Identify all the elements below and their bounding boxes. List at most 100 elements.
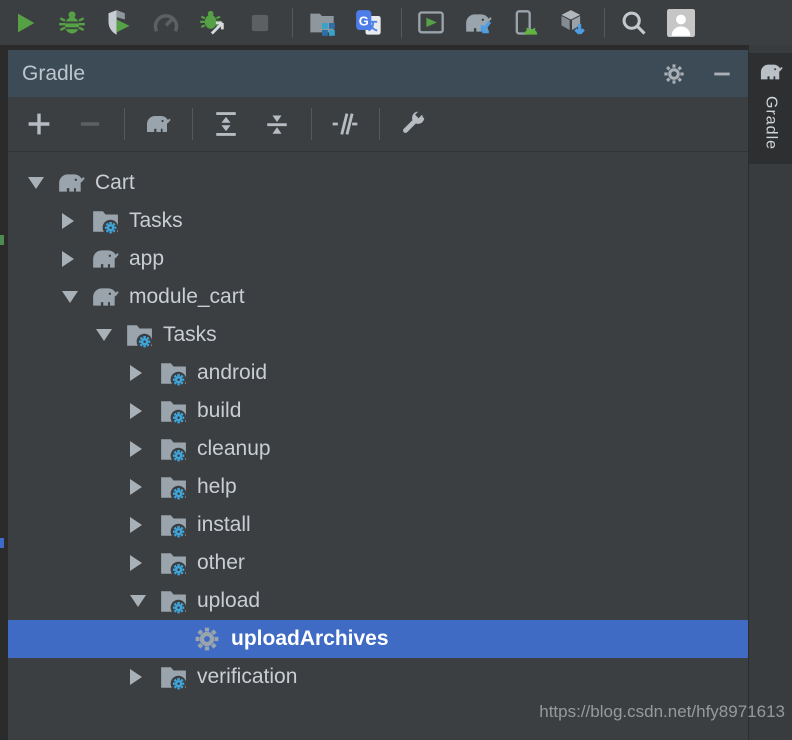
tree-item-label: android	[197, 361, 267, 385]
remove-icon	[73, 107, 107, 141]
expand-arrow-icon[interactable]	[130, 555, 158, 571]
collapse-arrow-icon[interactable]	[130, 595, 158, 607]
profiler-icon	[151, 8, 181, 38]
folder-gear-icon	[158, 587, 188, 615]
expand-arrow-icon[interactable]	[130, 669, 158, 685]
toolbar-separator	[604, 8, 605, 38]
gradle-refresh-icon[interactable]	[141, 107, 175, 141]
tool-window-title: Gradle	[22, 62, 85, 86]
toolbar-separator	[192, 108, 193, 140]
tree-item-tasks[interactable]: Tasks	[8, 202, 748, 240]
tool-window-toolbar	[8, 97, 748, 152]
avd-manager-icon[interactable]	[510, 8, 540, 38]
run-icon[interactable]	[10, 8, 40, 38]
tree-item-verification[interactable]: verification	[8, 658, 748, 696]
tree-item-label: Cart	[95, 171, 135, 195]
expand-arrow-icon[interactable]	[130, 365, 158, 381]
expand-arrow-icon[interactable]	[130, 403, 158, 419]
tree-item-cleanup[interactable]: cleanup	[8, 430, 748, 468]
gradle-settings-wrench-icon[interactable]	[396, 107, 430, 141]
folder-gear-icon	[90, 207, 120, 235]
gradle-task-tree: Cart Tasks app module_cart Tasks android build…	[8, 152, 748, 740]
tree-item-install[interactable]: install	[8, 506, 748, 544]
green-stripe-mark	[0, 235, 4, 245]
expand-arrow-icon[interactable]	[130, 441, 158, 457]
right-tab-strip: Gradle	[748, 45, 792, 740]
stop-icon	[245, 8, 275, 38]
gradle-elephant-icon	[759, 61, 783, 88]
folder-gear-icon	[158, 663, 188, 691]
tree-item-label: install	[197, 513, 251, 537]
tree-item-label: help	[197, 475, 237, 499]
tab-gradle-label: Gradle	[762, 96, 780, 150]
tree-item-uploadarchives[interactable]: uploadArchives	[8, 620, 748, 658]
folder-gear-icon	[158, 359, 188, 387]
tree-item-label: Tasks	[163, 323, 217, 347]
expand-arrow-icon[interactable]	[130, 517, 158, 533]
tree-item-upload[interactable]: upload	[8, 582, 748, 620]
tree-item-help[interactable]: help	[8, 468, 748, 506]
toggle-offline-icon[interactable]	[328, 107, 362, 141]
tree-item-app[interactable]: app	[8, 240, 748, 278]
expand-arrow-icon[interactable]	[62, 213, 90, 229]
tree-item-label: cleanup	[197, 437, 271, 461]
elephant-icon	[90, 245, 120, 273]
tool-window-header: Gradle	[8, 50, 748, 97]
collapse-all-icon[interactable]	[260, 107, 294, 141]
svg-text:G: G	[359, 13, 369, 28]
blue-stripe-mark	[0, 538, 4, 548]
tree-item-label: Tasks	[129, 209, 183, 233]
folder-gear-icon	[158, 473, 188, 501]
debug-icon[interactable]	[57, 8, 87, 38]
attach-debugger-icon[interactable]	[198, 8, 228, 38]
tree-item-other[interactable]: other	[8, 544, 748, 582]
folder-gear-icon	[124, 321, 154, 349]
folder-gear-icon	[158, 511, 188, 539]
tree-item-label: upload	[197, 589, 260, 613]
tree-item-cart[interactable]: Cart	[8, 164, 748, 202]
tree-item-label: verification	[197, 665, 297, 689]
expand-arrow-icon[interactable]	[130, 479, 158, 495]
run-with-coverage-icon[interactable]	[104, 8, 134, 38]
tree-item-label: uploadArchives	[231, 627, 389, 651]
elephant-icon	[56, 169, 86, 197]
collapse-arrow-icon[interactable]	[62, 291, 90, 303]
toolbar-separator	[292, 8, 293, 38]
tree-item-module_cart[interactable]: module_cart	[8, 278, 748, 316]
expand-all-icon[interactable]	[209, 107, 243, 141]
toolbar-separator	[124, 108, 125, 140]
editor-edge-strip	[0, 45, 8, 740]
toolbar-separator	[379, 108, 380, 140]
search-everywhere-icon[interactable]	[619, 8, 649, 38]
folder-gear-icon	[158, 549, 188, 577]
toolbar-separator	[311, 108, 312, 140]
tree-item-tasks[interactable]: Tasks	[8, 316, 748, 354]
gradle-sync-icon[interactable]	[463, 8, 493, 38]
add-icon[interactable]	[22, 107, 56, 141]
settings-gear-icon[interactable]	[661, 61, 687, 87]
folder-gear-icon	[158, 397, 188, 425]
expand-arrow-icon[interactable]	[62, 251, 90, 267]
gradle-tool-window: Gradle Cart Tasks app module_cart Tasks andro…	[8, 45, 748, 740]
gear-icon	[192, 625, 222, 653]
sdk-manager-icon[interactable]	[557, 8, 587, 38]
tree-item-build[interactable]: build	[8, 392, 748, 430]
main-area: Gradle Cart Tasks app module_cart Tasks andro…	[0, 45, 792, 740]
elephant-icon	[90, 283, 120, 311]
capture-layout-icon[interactable]	[307, 8, 337, 38]
tree-item-label: app	[129, 247, 164, 271]
tree-item-label: module_cart	[129, 285, 245, 309]
minimize-icon[interactable]	[709, 61, 735, 87]
translate-icon[interactable]: G	[354, 8, 384, 38]
tree-item-android[interactable]: android	[8, 354, 748, 392]
avatar-icon[interactable]	[666, 8, 696, 38]
run-terminal-icon[interactable]	[416, 8, 446, 38]
ide-main-toolbar: G	[0, 0, 792, 45]
tab-gradle[interactable]: Gradle	[749, 53, 792, 164]
watermark-text: https://blog.csdn.net/hfy8971613	[539, 702, 785, 722]
tree-item-label: other	[197, 551, 245, 575]
collapse-arrow-icon[interactable]	[28, 177, 56, 189]
toolbar-separator	[401, 8, 402, 38]
collapse-arrow-icon[interactable]	[96, 329, 124, 341]
folder-gear-icon	[158, 435, 188, 463]
